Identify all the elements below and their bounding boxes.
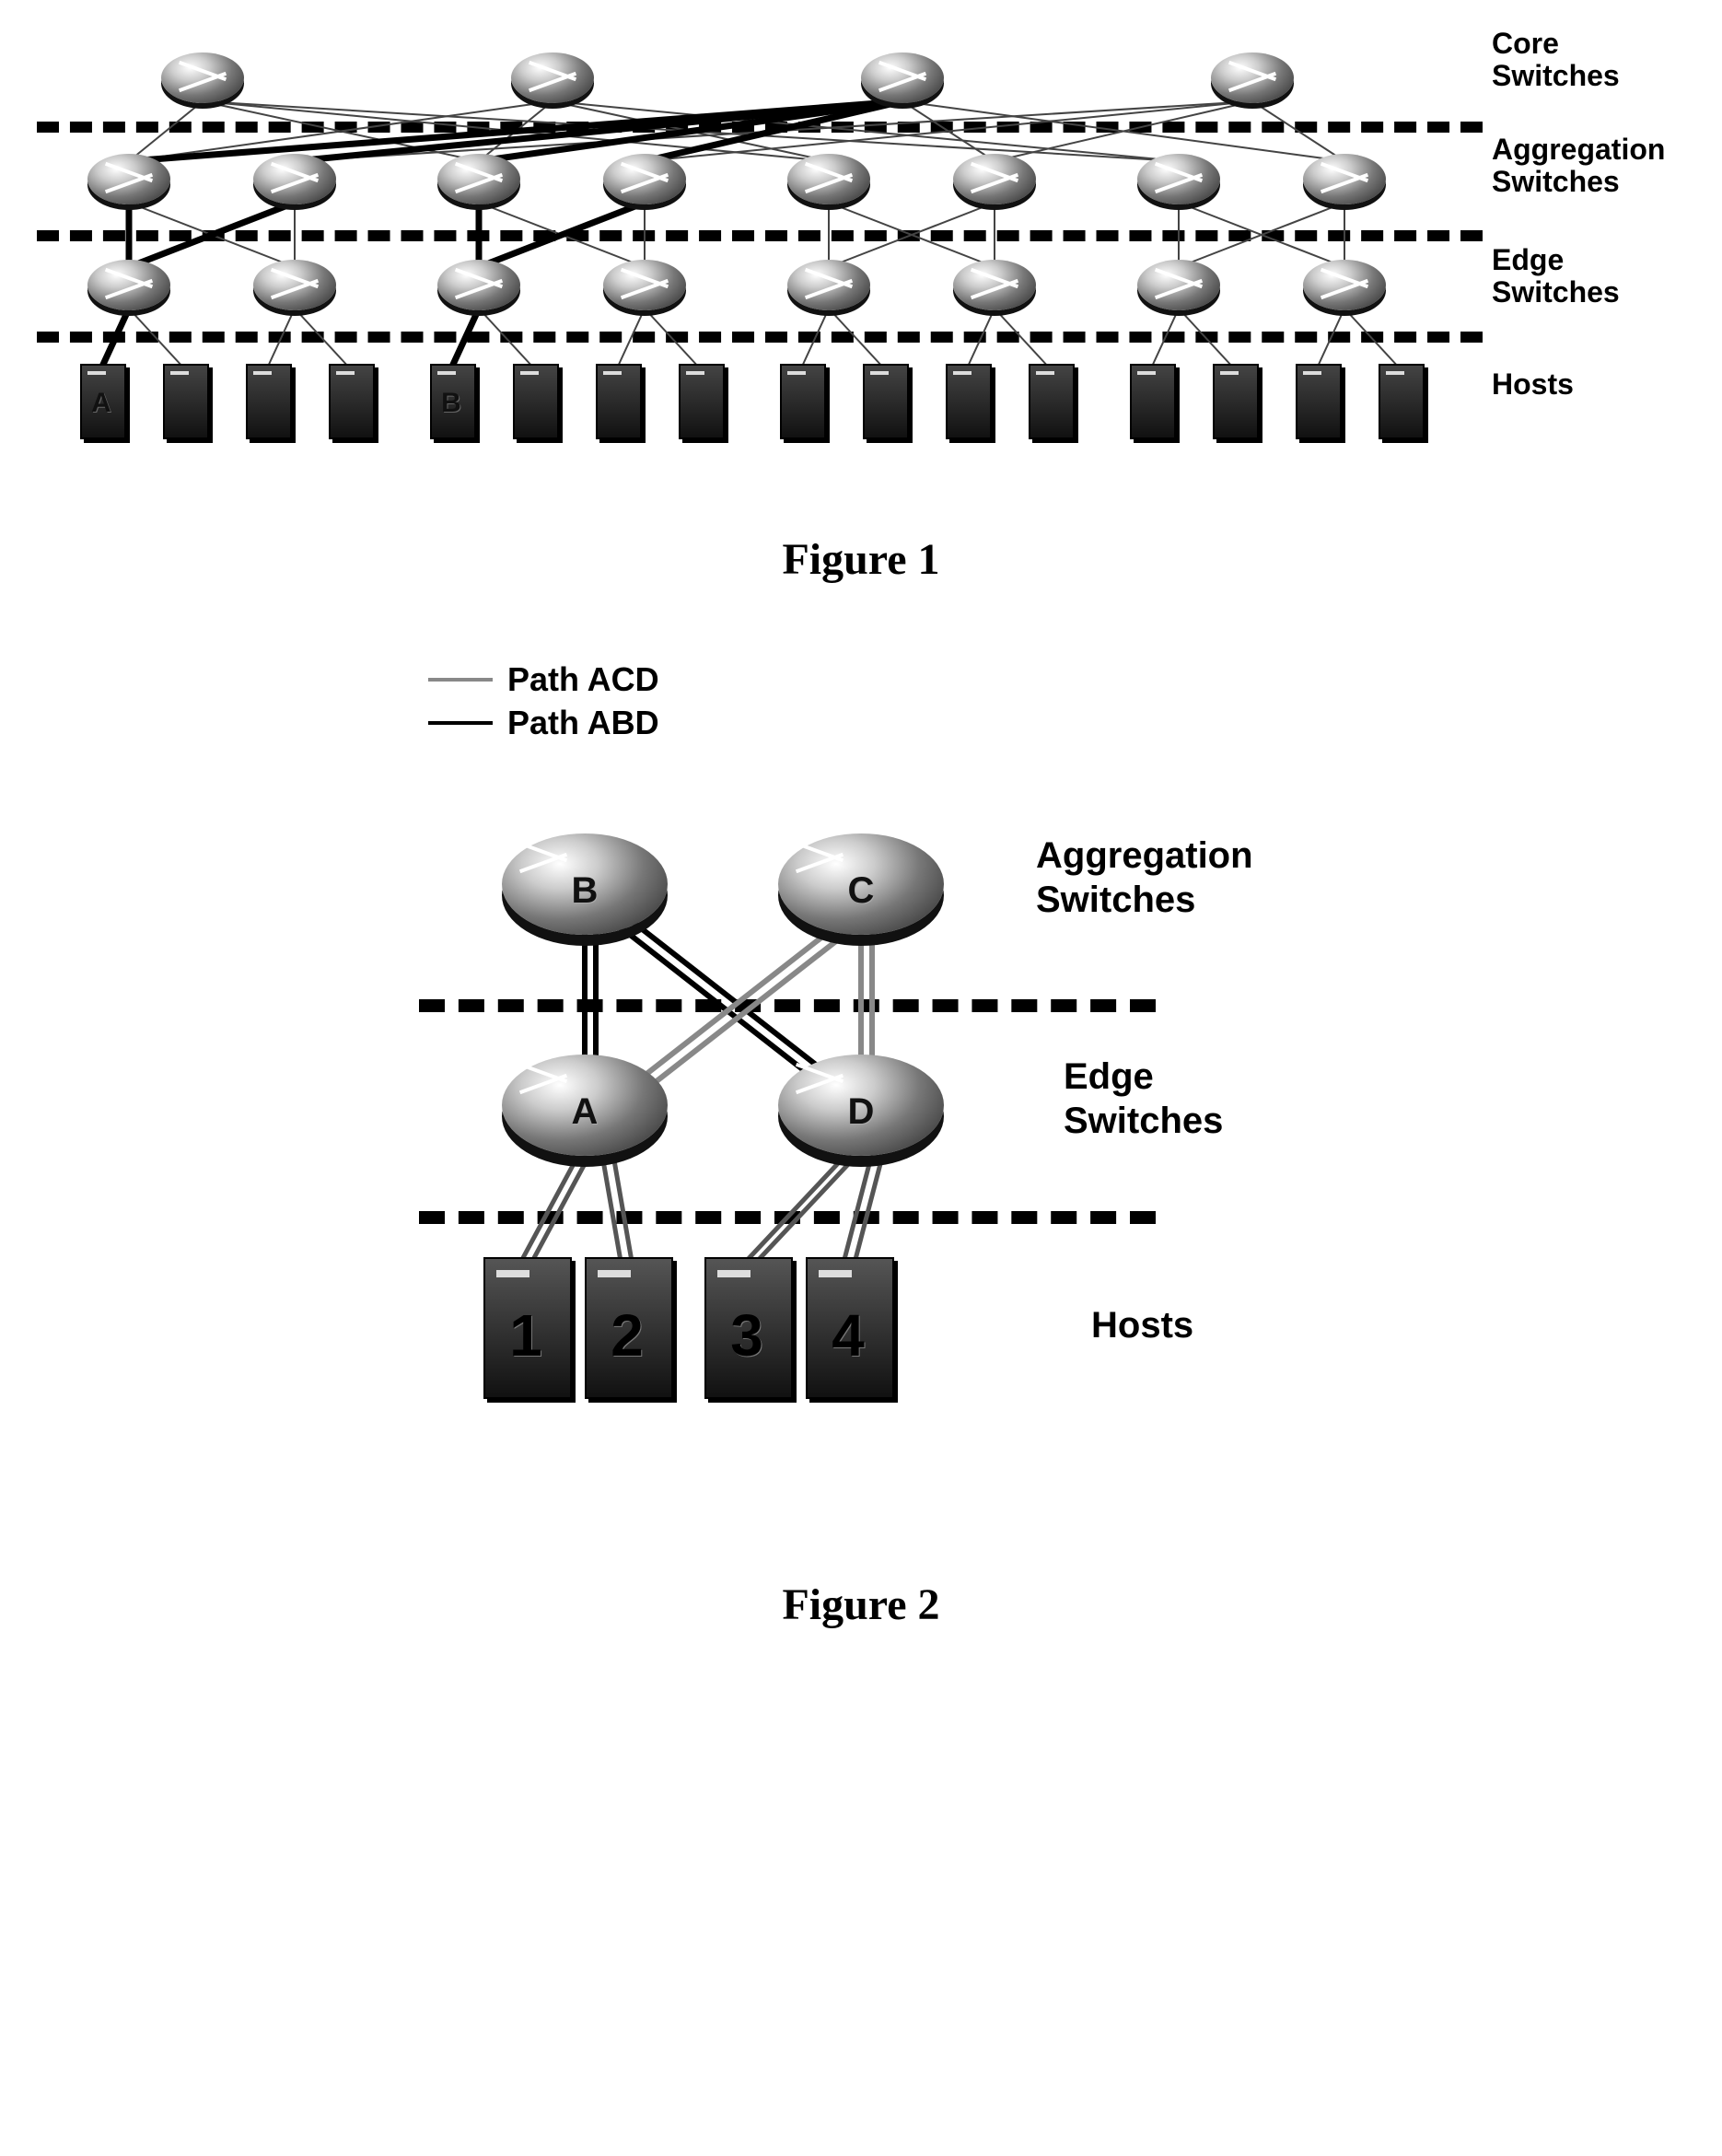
agg-switch-2 <box>437 154 520 204</box>
fig2-host-2: 2 <box>585 1257 669 1395</box>
router-B: B <box>502 833 668 935</box>
legend-row-acd: Path ACD <box>428 658 659 702</box>
host-0: A <box>80 364 122 436</box>
router-A: A <box>502 1055 668 1156</box>
separator-edge-hosts <box>37 332 1483 343</box>
legend-label-acd: Path ACD <box>507 658 659 702</box>
legend-swatch-black <box>428 721 493 725</box>
edge-switch-2 <box>437 260 520 310</box>
separator-core-agg <box>37 122 1483 133</box>
fig2-label-hosts: Hosts <box>1091 1303 1193 1347</box>
router-C-label: C <box>778 870 944 912</box>
edge-switch-7 <box>1303 260 1386 310</box>
figure-1-caption: Figure 1 <box>37 534 1685 585</box>
host-1 <box>163 364 205 436</box>
legend-row-abd: Path ABD <box>428 702 659 745</box>
host-2 <box>246 364 288 436</box>
host-8 <box>780 364 822 436</box>
core-switch-3 <box>1211 52 1294 103</box>
fig2-label-edge: Edge Switches <box>1064 1055 1223 1143</box>
fig2-host-1: 1 <box>483 1257 568 1395</box>
fig2-separator-agg-edge <box>419 999 1156 1012</box>
figure-2: Path ACD Path ABD Aggregation Switches E… <box>37 695 1685 1630</box>
host-4: B <box>430 364 472 436</box>
router-C: C <box>778 833 944 935</box>
edge-switch-3 <box>603 260 686 310</box>
router-D: D <box>778 1055 944 1156</box>
edge-switch-6 <box>1137 260 1220 310</box>
host-13 <box>1213 364 1255 436</box>
agg-switch-1 <box>253 154 336 204</box>
edge-switch-4 <box>787 260 870 310</box>
host-3 <box>329 364 371 436</box>
label-aggregation-switches: Aggregation Switches <box>1492 134 1665 198</box>
host-6 <box>596 364 638 436</box>
host-7 <box>679 364 721 436</box>
host-14 <box>1296 364 1338 436</box>
figure-1-diagram: Core Switches Aggregation Switches Edge … <box>37 37 1685 479</box>
router-A-label: A <box>502 1091 668 1133</box>
agg-switch-7 <box>1303 154 1386 204</box>
host-12 <box>1130 364 1172 436</box>
host-11 <box>1029 364 1071 436</box>
figure-2-diagram: Path ACD Path ABD Aggregation Switches E… <box>308 695 1414 1524</box>
label-edge-switches: Edge Switches <box>1492 244 1620 309</box>
router-B-label: B <box>502 870 668 912</box>
router-D-label: D <box>778 1091 944 1133</box>
separator-agg-edge <box>37 230 1483 241</box>
agg-switch-0 <box>87 154 170 204</box>
fig2-host-3: 3 <box>704 1257 789 1395</box>
agg-switch-5 <box>953 154 1036 204</box>
figure-2-legend: Path ACD Path ABD <box>428 658 659 745</box>
agg-switch-6 <box>1137 154 1220 204</box>
label-core-switches: Core Switches <box>1492 28 1620 92</box>
figure-1: Core Switches Aggregation Switches Edge … <box>37 37 1685 585</box>
label-hosts: Hosts <box>1492 368 1574 401</box>
legend-swatch-grey <box>428 678 493 682</box>
core-switch-0 <box>161 52 244 103</box>
host-9 <box>863 364 905 436</box>
legend-label-abd: Path ABD <box>507 702 659 745</box>
core-switch-1 <box>511 52 594 103</box>
fig2-separator-edge-hosts <box>419 1211 1156 1224</box>
edge-switch-0 <box>87 260 170 310</box>
host-10 <box>946 364 988 436</box>
figure-2-caption: Figure 2 <box>37 1579 1685 1630</box>
edge-switch-1 <box>253 260 336 310</box>
agg-switch-4 <box>787 154 870 204</box>
host-15 <box>1379 364 1421 436</box>
host-5 <box>513 364 555 436</box>
fig2-label-aggregation: Aggregation Switches <box>1036 833 1253 922</box>
core-switch-2 <box>861 52 944 103</box>
edge-switch-5 <box>953 260 1036 310</box>
agg-switch-3 <box>603 154 686 204</box>
fig2-host-4: 4 <box>806 1257 890 1395</box>
